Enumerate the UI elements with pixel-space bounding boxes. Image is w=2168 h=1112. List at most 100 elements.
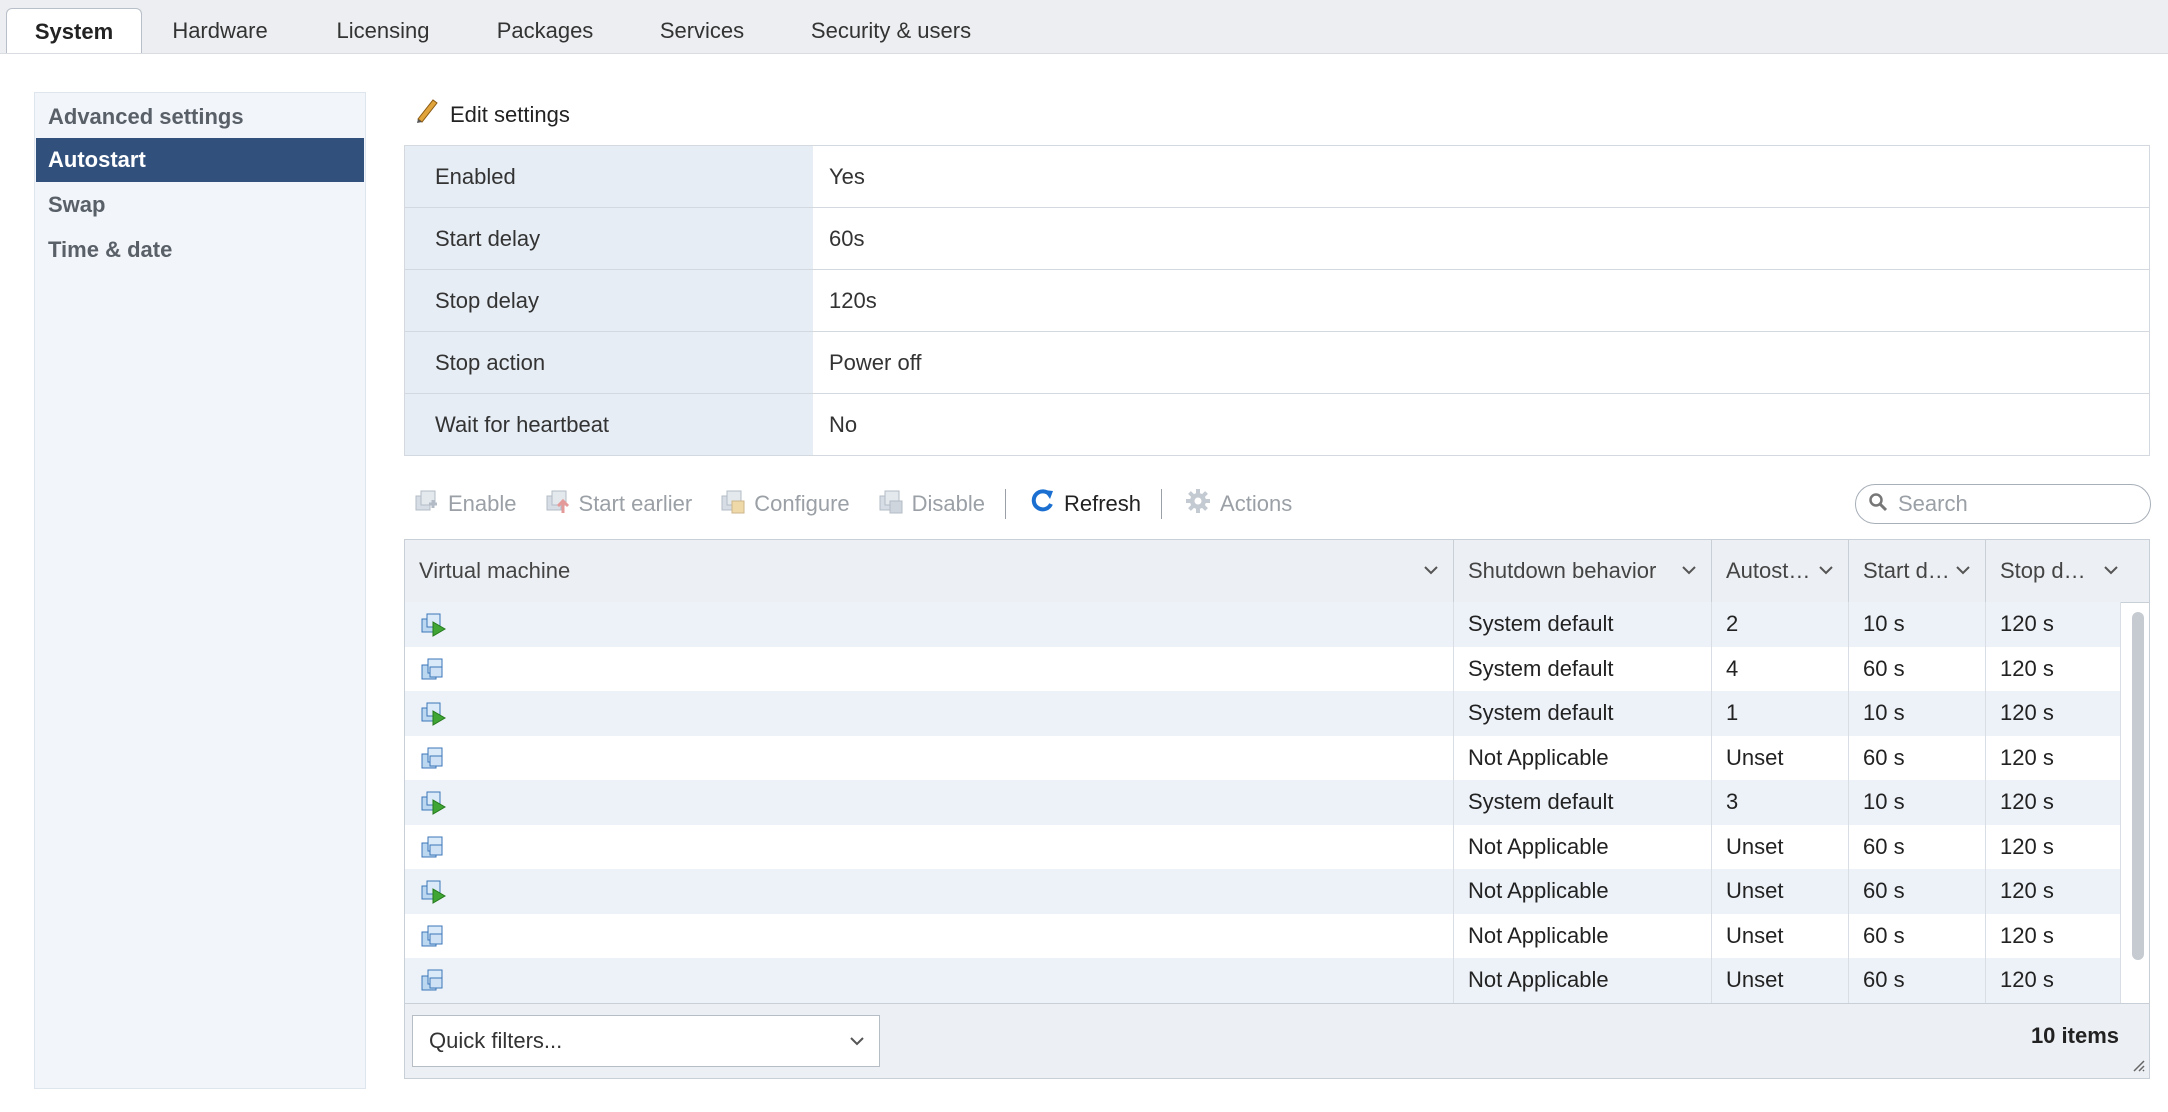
grid-footer: Quick filters... 10 items — [405, 1003, 2149, 1078]
cell-autostart-order: 3 — [1712, 780, 1849, 825]
nav-autostart[interactable]: Autostart — [36, 138, 364, 182]
vm-icon — [419, 744, 447, 772]
cell-shutdown-behavior: Not Applicable — [1454, 735, 1712, 780]
settings-key: Enabled — [405, 146, 813, 207]
cell-start-delay: 60 s — [1849, 735, 1986, 780]
settings-value: 60s — [829, 226, 865, 251]
configure-button[interactable]: Configure — [718, 487, 850, 521]
tab-services[interactable]: Services — [640, 8, 764, 53]
start-earlier-button[interactable]: Start earlier — [543, 487, 693, 521]
table-row[interactable]: System default 4 60 s 120 s — [405, 646, 2121, 691]
column-header-autostart-order[interactable]: Autost… — [1712, 540, 1849, 602]
cell-autostart-order: 2 — [1712, 602, 1849, 647]
chevron-down-icon — [1953, 540, 1973, 602]
nav-swap[interactable]: Swap — [36, 183, 364, 227]
column-label: Stop d… — [2000, 558, 2086, 583]
settings-row-enabled: Enabled Yes — [405, 146, 2149, 208]
tab-security-users[interactable]: Security & users — [800, 8, 982, 53]
cell-shutdown-behavior: Not Applicable — [1454, 913, 1712, 958]
settings-value: 120s — [829, 288, 877, 313]
cell-virtual-machine — [405, 646, 1454, 691]
cell-autostart-order: Unset — [1712, 824, 1849, 869]
search-input[interactable] — [1896, 490, 2130, 518]
cell-shutdown-behavior: System default — [1454, 602, 1712, 647]
cell-stop-delay: 120 s — [1986, 691, 2121, 736]
pencil-icon — [414, 96, 440, 134]
grid-header: Virtual machine Shutdown behavior Autost… — [405, 540, 2149, 603]
tab-system[interactable]: System — [6, 8, 142, 53]
cell-start-delay: 10 s — [1849, 780, 1986, 825]
refresh-icon — [1028, 487, 1056, 521]
start-earlier-icon — [543, 487, 571, 521]
refresh-button[interactable]: Refresh — [1028, 487, 1141, 521]
cell-autostart-order: Unset — [1712, 869, 1849, 914]
actions-button[interactable]: Actions — [1184, 487, 1292, 521]
table-row[interactable]: Not Applicable Unset 60 s 120 s — [405, 824, 2121, 869]
cell-autostart-order: Unset — [1712, 958, 1849, 1003]
column-label: Autost… — [1726, 558, 1811, 583]
cell-autostart-order: 4 — [1712, 646, 1849, 691]
table-row[interactable]: Not Applicable Unset 60 s 120 s — [405, 735, 2121, 780]
cell-virtual-machine — [405, 735, 1454, 780]
column-header-virtual-machine[interactable]: Virtual machine — [405, 540, 1454, 602]
grid-body: System default 2 10 s 120 s System default 4 6… — [405, 602, 2149, 1003]
enable-icon — [412, 487, 440, 521]
edit-settings-button[interactable]: Edit settings — [414, 98, 570, 132]
enable-button[interactable]: Enable — [412, 487, 517, 521]
grid-scrollbar[interactable] — [2132, 612, 2144, 960]
settings-key: Stop action — [405, 332, 813, 393]
disable-label: Disable — [911, 491, 985, 516]
table-row[interactable]: Not Applicable Unset 60 s 120 s — [405, 869, 2121, 914]
quick-filters-select[interactable]: Quick filters... — [412, 1015, 880, 1067]
toolbar-separator — [1161, 489, 1163, 519]
tab-hardware[interactable]: Hardware — [152, 8, 288, 53]
settings-key: Start delay — [405, 208, 813, 269]
cell-virtual-machine — [405, 869, 1454, 914]
cell-stop-delay: 120 s — [1986, 735, 2121, 780]
table-row[interactable]: Not Applicable Unset 60 s 120 s — [405, 958, 2121, 1003]
item-count: 10 items — [2030, 1023, 2119, 1048]
settings-row-stop-delay: Stop delay 120s — [405, 270, 2149, 332]
table-row[interactable]: System default 1 10 s 120 s — [405, 691, 2121, 736]
tab-packages[interactable]: Packages — [480, 8, 610, 53]
disable-icon — [876, 487, 904, 521]
table-row[interactable]: System default 3 10 s 120 s — [405, 780, 2121, 825]
settings-key: Wait for heartbeat — [405, 394, 813, 455]
vm-toolbar: Enable Start earlier Configure Disable R… — [412, 484, 1318, 524]
vm-icon — [419, 833, 447, 861]
nav-advanced-settings[interactable]: Advanced settings — [36, 95, 364, 139]
column-label: Shutdown behavior — [1468, 558, 1657, 583]
cell-virtual-machine — [405, 602, 1454, 647]
disable-button[interactable]: Disable — [876, 487, 985, 521]
cell-stop-delay: 120 s — [1986, 780, 2121, 825]
vm-powered-on-icon — [419, 877, 447, 905]
table-row[interactable]: System default 2 10 s 120 s — [405, 602, 2121, 647]
vm-icon — [419, 922, 447, 950]
nav-time-date[interactable]: Time & date — [36, 228, 364, 272]
actions-label: Actions — [1220, 491, 1293, 516]
quick-filters-label: Quick filters... — [429, 1028, 563, 1053]
tab-licensing[interactable]: Licensing — [318, 8, 448, 53]
column-header-shutdown-behavior[interactable]: Shutdown behavior — [1454, 540, 1712, 602]
vm-powered-on-icon — [419, 788, 447, 816]
cell-stop-delay: 120 s — [1986, 869, 2121, 914]
cell-start-delay: 60 s — [1849, 913, 1986, 958]
autostart-settings-table: Enabled Yes Start delay 60s Stop delay 1… — [404, 145, 2150, 456]
search-box — [1855, 484, 2151, 524]
cell-virtual-machine — [405, 824, 1454, 869]
settings-row-wait-heartbeat: Wait for heartbeat No — [405, 394, 2149, 455]
enable-label: Enable — [448, 491, 517, 516]
vm-autostart-grid: Virtual machine Shutdown behavior Autost… — [404, 539, 2150, 1079]
column-header-stop-delay[interactable]: Stop d… — [1986, 540, 2149, 602]
cell-virtual-machine — [405, 913, 1454, 958]
cell-virtual-machine — [405, 691, 1454, 736]
table-row[interactable]: Not Applicable Unset 60 s 120 s — [405, 913, 2121, 958]
cell-virtual-machine — [405, 958, 1454, 1003]
start-earlier-label: Start earlier — [578, 491, 693, 516]
column-header-start-delay[interactable]: Start d… — [1849, 540, 1986, 602]
left-nav: Advanced settings Autostart Swap Time & … — [34, 92, 366, 1089]
vm-powered-on-icon — [419, 610, 447, 638]
cell-start-delay: 10 s — [1849, 691, 1986, 736]
cell-stop-delay: 120 s — [1986, 602, 2121, 647]
resize-grip-icon[interactable] — [2131, 1058, 2145, 1077]
